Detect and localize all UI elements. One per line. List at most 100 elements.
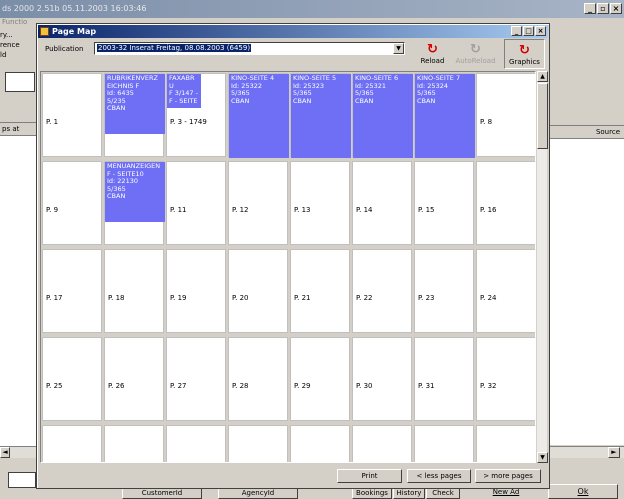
tab-history[interactable]: History [393,488,425,499]
page-label: P. 29 [294,382,311,390]
publication-select[interactable]: 2003-32 Inserat Freitag, 08.08.2003 (645… [94,42,405,55]
ad-block[interactable]: KINO-SEITE 5 Id: 25323 5/365 CBAN [291,74,351,158]
page-cell[interactable]: P. 15 [414,161,474,245]
page-cell[interactable]: FAXABRU F 3/147 -F - SEITE P. 3 - 1749 [166,73,226,157]
page-cell[interactable]: P. 18 [104,249,164,333]
ad-line: CBAN [293,96,312,105]
page-cell[interactable]: KINO-SEITE 6 Id: 25321 5/365 CBAN [352,73,413,158]
page-label: P. 14 [356,206,373,214]
page-cell[interactable]: KINO-SEITE 4 Id: 25322 5/365 CBAN [228,73,289,158]
page-cell[interactable]: P. 14 [352,161,412,245]
page-cell[interactable]: P. 17 [42,249,102,333]
left-label-1: rence [0,41,20,49]
ad-block[interactable]: KINO-SEITE 4 Id: 25322 5/365 CBAN [229,74,289,158]
ad-block[interactable]: MENUANZEIGEN F - SEITE10 Id: 22130 5/365 CBA… [105,162,165,222]
ad-line: CBAN [231,96,250,105]
tab-bookings[interactable]: Bookings [352,488,392,499]
app-restore-button[interactable]: ▫ [597,3,609,14]
dialog-minimize-button[interactable]: _ [511,26,522,36]
page-label: P. 25 [46,382,63,390]
dialog-maximize-button[interactable]: □ [523,26,534,36]
app-left-list[interactable]: ps at [0,122,36,452]
page-cell[interactable] [42,425,102,462]
scroll-left-icon[interactable]: ◄ [0,447,10,458]
ad-block[interactable]: KINO-SEITE 6 Id: 25321 5/365 CBAN [353,74,413,158]
page-cell[interactable] [476,425,535,462]
ad-block[interactable]: KINO-SEITE 7 Id: 25324 5/365 CBAN [415,74,475,158]
page-cell[interactable]: P. 26 [104,337,164,421]
page-cell[interactable]: P. 25 [42,337,102,421]
page-cell[interactable]: P. 22 [352,249,412,333]
autoreload-button[interactable]: ↻ AutoReload [455,39,496,69]
page-cell[interactable]: P. 20 [228,249,288,333]
page-cell[interactable]: P. 13 [290,161,350,245]
app-right-list[interactable]: Source [549,125,624,445]
page-label: P. 8 [480,118,493,126]
page-cell[interactable]: P. 28 [228,337,288,421]
scroll-thumb[interactable] [537,83,548,149]
page-label: P. 15 [418,206,435,214]
page-cell[interactable]: P. 19 [166,249,226,333]
page-cell[interactable]: P. 29 [290,337,350,421]
customer-id-label: CustomerId [122,488,202,499]
app-bottom-field[interactable] [8,472,36,488]
ad-line: CBAN [107,192,126,200]
scroll-down-icon[interactable]: ▼ [537,452,548,463]
ad-line: CBAN [355,96,374,105]
page-cell[interactable]: P. 31 [414,337,474,421]
page-cell[interactable]: RUBRIKENVERZ EICHNIS F Id: 6435 5/235 CBAN [104,73,165,157]
page-cell[interactable]: P. 1 [42,73,102,157]
page-cell[interactable] [352,425,412,462]
page-cell[interactable]: KINO-SEITE 7 Id: 25324 5/365 CBAN [414,73,475,158]
app-close-button[interactable]: × [610,3,622,14]
page-label: P. 24 [480,294,497,302]
app-window-controls: _ ▫ × [584,3,622,14]
scroll-up-icon[interactable]: ▲ [537,71,548,82]
right-column-header[interactable]: Source [549,126,624,139]
page-cell[interactable] [290,425,350,462]
page-cell[interactable] [228,425,288,462]
ad-block[interactable]: RUBRIKENVERZ EICHNIS F Id: 6435 5/235 CBAN [105,74,165,134]
page-grid[interactable]: P. 1 RUBRIKENVERZ EICHNIS F Id: 6435 5/235 CB… [40,71,536,463]
page-cell[interactable]: P. 12 [228,161,288,245]
page-cell[interactable]: P. 24 [476,249,535,333]
page-cell[interactable]: P. 8 [476,73,535,157]
left-column-header[interactable]: ps at [0,123,36,136]
autoreload-label: AutoReload [455,57,496,65]
ad-line: FAXABRU [169,74,195,90]
ok-button[interactable]: Ok [548,484,618,499]
app-menu-fragment[interactable]: Functio [0,18,36,30]
print-button[interactable]: Print [337,469,402,483]
chevron-down-icon[interactable]: ▼ [393,43,404,54]
page-cell[interactable]: P. 16 [476,161,535,245]
page-cell[interactable]: P. 32 [476,337,535,421]
ad-block[interactable]: FAXABRU F 3/147 -F - SEITE [167,74,201,108]
scroll-right-icon[interactable]: ► [608,447,620,458]
page-cell[interactable]: MENUANZEIGEN F - SEITE10 Id: 22130 5/365 CBA… [104,161,165,245]
page-cell[interactable]: P. 21 [290,249,350,333]
tab-check[interactable]: Check [426,488,460,499]
page-cell[interactable]: P. 9 [42,161,102,245]
page-label: P. 26 [108,382,125,390]
new-ad-button[interactable]: New Ad [476,488,536,499]
dialog-bottom-bar: Print < less pages > more pages [37,466,549,488]
reload-button[interactable]: ↻ Reload [412,39,453,69]
left-label-0: ry... [0,31,13,39]
page-cell[interactable]: P. 30 [352,337,412,421]
page-cell[interactable] [414,425,474,462]
page-label: P. 12 [232,206,249,214]
ad-line: F - SEITE [169,96,198,105]
app-left-input[interactable] [5,72,35,92]
page-cell[interactable] [166,425,226,462]
less-pages-button[interactable]: < less pages [407,469,471,483]
page-cell[interactable]: P. 11 [166,161,226,245]
page-grid-scrollbar[interactable]: ▲ ▼ [536,71,548,463]
more-pages-button[interactable]: > more pages [475,469,541,483]
page-cell[interactable] [104,425,164,462]
page-cell[interactable]: KINO-SEITE 5 Id: 25323 5/365 CBAN [290,73,351,158]
dialog-close-button[interactable]: × [535,26,546,36]
graphics-button[interactable]: ↻ Graphics [504,39,545,69]
page-cell[interactable]: P. 27 [166,337,226,421]
app-minimize-button[interactable]: _ [584,3,596,14]
page-cell[interactable]: P. 23 [414,249,474,333]
